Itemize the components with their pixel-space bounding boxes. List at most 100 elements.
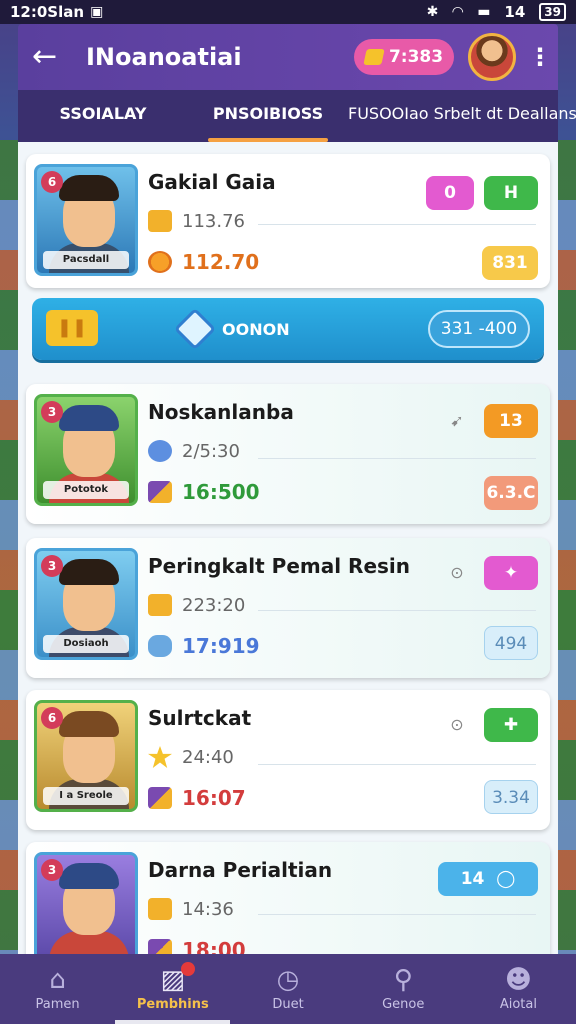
shield-icon (148, 594, 172, 616)
stat-primary-value: 2/5:30 (182, 440, 240, 462)
player-name: Noskanlanba (148, 400, 294, 424)
stat-primary-value: 113.76 (182, 210, 245, 232)
score-pill: 494 (484, 626, 538, 660)
star-icon (148, 746, 172, 768)
home-icon: ⌂ (49, 964, 66, 995)
stat-secondary: 17:919 (148, 634, 260, 658)
player-name: Gakial Gaia (148, 170, 276, 194)
score-pill: 3.34 (484, 780, 538, 814)
action-button-pink[interactable]: 0 (426, 176, 474, 210)
profile-icon: ☻ (504, 964, 532, 995)
nav-label: Genoe (382, 996, 425, 1012)
stat-primary: 24:40 (148, 746, 234, 768)
coin-balance: 7:383 (388, 47, 444, 67)
divider (258, 914, 536, 915)
rank-pill-value: 14 (460, 869, 485, 889)
list-item[interactable]: 6 I a Sreole Sulrtckat 24:40 16:07 ⊙ ✚ 3… (26, 690, 550, 830)
stat-secondary: 16:07 (148, 786, 246, 810)
rank-badge: 3 (41, 859, 63, 881)
page-title: INoanoatiai (86, 43, 242, 71)
tab-2[interactable]: PNSOIBIOSS (188, 90, 348, 142)
player-portrait: 3 Pototok (34, 394, 138, 506)
nav-label: Pamen (35, 996, 80, 1012)
stat-primary: 2/5:30 (148, 440, 240, 462)
bluetooth-icon: ✱ (426, 4, 439, 20)
avatar[interactable] (468, 33, 516, 81)
list-item[interactable]: 3 Pototok Noskanlanba 2/5:30 16:500 ➹ 13… (26, 384, 550, 524)
book-icon (148, 481, 172, 503)
rank-badge: 6 (41, 707, 63, 729)
reward-banner[interactable]: ❚❚ OONON 331 -400 (32, 298, 544, 360)
portrait-plate: Dosiaoh (43, 635, 129, 653)
more-vertical-icon[interactable]: ⋮ (528, 43, 552, 71)
stat-secondary-value: 16:500 (182, 480, 260, 504)
list-item[interactable]: 3 Darna Perialtian 14:36 18:00 14 ◯ (26, 842, 550, 954)
stat-secondary: 16:500 (148, 480, 260, 504)
banner-label: OONON (222, 319, 290, 339)
tab-bar: SSOIALAY PNSOIBIOSS FUSOOIao Srbelt dt D… (18, 90, 576, 142)
wifi-icon: ◠ (452, 4, 464, 20)
nav-item-profile[interactable]: ☻ Aiotal (461, 954, 576, 1024)
rank-pill: 13 (484, 404, 538, 438)
nav-label: Duet (272, 996, 304, 1012)
banner-center: OONON (173, 298, 290, 360)
portrait-plate: I a Sreole (43, 787, 129, 805)
battery-icon: 39 (539, 3, 566, 21)
back-arrow-icon[interactable]: ← (32, 42, 72, 72)
shield-icon (148, 898, 172, 920)
app-header: ← INoanoatiai 7:383 ⋮ (18, 24, 558, 90)
nav-item-search[interactable]: ⚲ Genoe (346, 954, 461, 1024)
clock-icon: ◷ (276, 964, 300, 995)
divider (258, 224, 536, 225)
book-icon (148, 787, 172, 809)
stat-primary-value: 24:40 (182, 746, 234, 768)
player-portrait: 3 Dosiaoh (34, 548, 138, 660)
location-pin-icon[interactable]: ⊙ (446, 562, 468, 584)
divider (258, 610, 536, 611)
portrait-plate: Pototok (43, 481, 129, 499)
nav-item-home[interactable]: ⌂ Pamen (0, 954, 115, 1024)
tab-3[interactable]: FUSOOIao Srbelt dt Deallans (348, 90, 576, 142)
leaderboard-list[interactable]: 6 Pacsdall Gakial Gaia 113.76 112.70 0 H… (18, 142, 558, 954)
rank-pill: 14 ◯ (438, 862, 538, 896)
battery-text: 14 (504, 3, 526, 21)
stat-secondary-value: 112.70 (182, 250, 260, 274)
list-item[interactable]: 3 Dosiaoh Peringkalt Pemal Resin 223:20 … (26, 538, 550, 678)
divider (258, 458, 536, 459)
action-button-green[interactable]: ✚ (484, 708, 538, 742)
score-pill: 831 (482, 246, 538, 280)
coin-icon (363, 49, 385, 65)
coin-icon (148, 251, 172, 273)
book-icon (148, 939, 172, 954)
coin-balance-badge[interactable]: 7:383 (354, 39, 454, 75)
stat-primary: 14:36 (148, 898, 234, 920)
player-name: Darna Perialtian (148, 858, 333, 882)
rank-badge: 3 (41, 555, 63, 577)
notification-icon: ▣ (90, 4, 104, 20)
banner-value-button[interactable]: 331 -400 (428, 310, 530, 348)
send-icon[interactable]: ➹ (446, 410, 468, 432)
notification-badge (181, 962, 196, 976)
tab-1[interactable]: SSOIALAY (18, 90, 188, 142)
stat-secondary-value: 17:919 (182, 634, 260, 658)
nav-label: Pembhins (136, 996, 209, 1012)
stat-secondary: 112.70 (148, 250, 259, 274)
creature-icon (148, 635, 172, 657)
nav-label: Aiotal (499, 996, 537, 1012)
player-name: Peringkalt Pemal Resin (148, 554, 411, 578)
action-button-green[interactable]: H (484, 176, 538, 210)
stat-primary: 113.76 (148, 210, 245, 232)
score-pill: 6.3.C (484, 476, 538, 510)
portrait-plate: Pacsdall (43, 251, 129, 269)
nav-item-gallery[interactable]: ▨ Pembhins (115, 954, 231, 1024)
list-item[interactable]: 6 Pacsdall Gakial Gaia 113.76 112.70 0 H… (26, 154, 550, 288)
nav-item-duet[interactable]: ◷ Duet (230, 954, 345, 1024)
stat-primary-value: 223:20 (182, 594, 246, 616)
status-bar: 12:0Slan ▣ ✱ ◠ ▬ 14 39 (0, 0, 576, 24)
rank-badge: 6 (41, 171, 63, 193)
location-pin-icon[interactable]: ⊙ (446, 714, 468, 736)
bottom-nav: ⌂ Pamen ▨ Pembhins ◷ Duet ⚲ Genoe ☻ Aiot… (0, 954, 576, 1024)
action-button-pink[interactable]: ✦ (484, 556, 538, 590)
stat-primary: 223:20 (148, 594, 245, 616)
signal-icon: ▬ (477, 4, 491, 20)
